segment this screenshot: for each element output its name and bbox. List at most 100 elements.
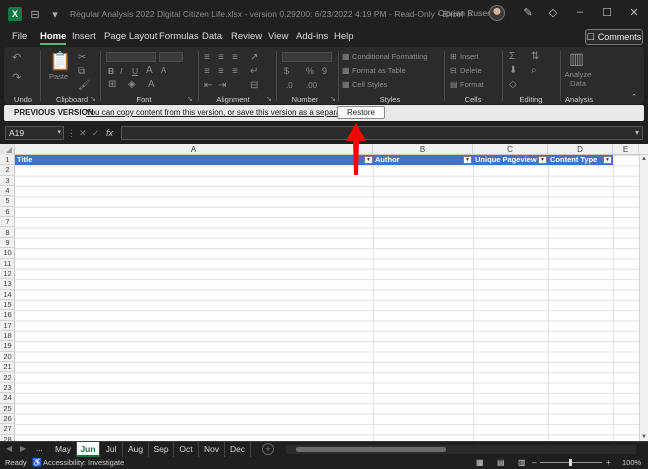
expand-formula-icon[interactable]: ▾ (635, 128, 639, 137)
row-header[interactable]: 26 (0, 414, 15, 425)
row-header[interactable]: 22 (0, 373, 15, 383)
bold-button[interactable]: B (108, 66, 114, 76)
increase-font-icon[interactable]: A (146, 66, 153, 76)
more-sheets-button[interactable]: ... (36, 444, 43, 453)
zoom-slider-knob[interactable] (569, 459, 572, 466)
close-icon[interactable]: ✕ (627, 6, 641, 19)
number-format-box[interactable] (282, 52, 332, 62)
chevron-down-icon[interactable]: ▾ (57, 127, 61, 139)
delete-cells-button[interactable]: Delete (460, 66, 482, 75)
sheet-tab-jul[interactable]: Jul (100, 442, 123, 457)
sort-filter-icon[interactable]: ⇅ (531, 52, 539, 62)
insert-cells-button[interactable]: Insert (460, 52, 479, 61)
sheet-tab-nov[interactable]: Nov (199, 442, 225, 457)
tab-page-layout[interactable]: Page Layout (104, 31, 157, 42)
borders-icon[interactable]: ⊞ (108, 80, 116, 90)
tab-add-ins[interactable]: Add-ins (296, 31, 328, 42)
fill-icon[interactable]: ⬇ (509, 66, 517, 76)
zoom-in-icon[interactable]: + (606, 458, 611, 467)
tab-formulas[interactable]: Formulas (159, 31, 199, 42)
select-all-button[interactable] (0, 144, 15, 155)
tab-file[interactable]: File (12, 31, 27, 42)
row-header[interactable]: 14 (0, 290, 15, 300)
filter-dropdown-icon[interactable]: ▼ (463, 156, 472, 164)
row-header[interactable]: 19 (0, 341, 15, 352)
alignment-launcher-icon[interactable]: ↘ (266, 95, 272, 103)
align-right-icon[interactable]: ≡ (232, 67, 238, 77)
formula-input[interactable]: ▾ (121, 126, 643, 140)
orientation-icon[interactable]: ↗ (250, 53, 258, 63)
wrap-text-icon[interactable]: ↵ (250, 67, 258, 77)
pen-icon[interactable]: ✎ (521, 6, 535, 19)
align-center-icon[interactable]: ≡ (218, 67, 224, 77)
paste-label[interactable]: Paste (49, 72, 68, 81)
minimize-icon[interactable]: – (573, 6, 587, 18)
analyze-data-label-1[interactable]: Analyze (564, 70, 592, 79)
row-header[interactable]: 11 (0, 259, 15, 269)
font-launcher-icon[interactable]: ↘ (187, 95, 193, 103)
insert-function-button[interactable]: fx (106, 128, 113, 138)
column-header-a[interactable]: A (15, 144, 373, 155)
filter-dropdown-icon[interactable]: ▼ (603, 156, 612, 164)
fill-color-icon[interactable]: ◈ (128, 80, 136, 90)
analyze-data-label-2[interactable]: Data (564, 79, 592, 88)
collapse-ribbon-icon[interactable]: ⌃ (631, 93, 637, 103)
column-header-d[interactable]: D (548, 144, 613, 155)
row-header[interactable]: 16 (0, 310, 15, 321)
sheet-tab-dec[interactable]: Dec (225, 442, 251, 457)
increase-decimal-icon[interactable]: .0 (286, 81, 293, 91)
row-header[interactable]: 20 (0, 352, 15, 363)
column-header-c[interactable]: C (473, 144, 548, 155)
horizontal-scrollbar[interactable] (286, 445, 636, 454)
scroll-up-icon[interactable]: ▲ (641, 156, 647, 162)
find-select-icon[interactable]: ⌕ (531, 66, 537, 76)
maximize-icon[interactable]: ☐ (600, 6, 614, 19)
spreadsheet-grid[interactable]: A B C D E 1 2 3 4 5 6 7 8 9 10 11 12 13 14 15 16 17 18 19 2… (0, 144, 648, 441)
avatar[interactable] (489, 5, 505, 21)
cut-icon[interactable]: ✂ (78, 53, 86, 63)
row-header[interactable]: 1 (0, 155, 15, 166)
row-header[interactable]: 18 (0, 331, 15, 342)
sheet-tab-may[interactable]: May (50, 442, 77, 457)
font-name-box[interactable] (106, 52, 156, 62)
column-header-e[interactable]: E (613, 144, 639, 155)
sheet-tab-aug[interactable]: Aug (123, 442, 149, 457)
row-header[interactable]: 27 (0, 424, 15, 435)
row-header[interactable]: 7 (0, 217, 15, 228)
tab-review[interactable]: Review (231, 31, 262, 42)
column-header-b[interactable]: B (373, 144, 473, 155)
header-content-type[interactable]: Content Type (548, 155, 602, 165)
row-header[interactable]: 8 (0, 228, 15, 238)
font-color-icon[interactable]: A (148, 80, 155, 90)
format-painter-icon[interactable]: 🖌 (78, 81, 91, 91)
page-layout-view-icon[interactable]: ▤ (497, 458, 505, 467)
user-name[interactable]: Ciprian Rusen (438, 8, 492, 18)
page-break-view-icon[interactable]: ▥ (518, 458, 526, 467)
scroll-down-icon[interactable]: ▼ (641, 434, 647, 440)
format-cells-button[interactable]: Format (460, 80, 484, 89)
row-header[interactable]: 25 (0, 404, 15, 414)
confirm-entry-icon[interactable]: ✓ (92, 128, 100, 139)
zoom-level[interactable]: 100% (622, 458, 641, 467)
accessibility-status[interactable]: Accessibility: Investigate (43, 458, 124, 467)
align-bottom-icon[interactable]: ≡ (232, 53, 238, 63)
row-header[interactable]: 6 (0, 207, 15, 218)
row-header[interactable]: 3 (0, 176, 15, 187)
row-header[interactable]: 5 (0, 196, 15, 207)
row-header[interactable]: 23 (0, 383, 15, 394)
row-header[interactable]: 13 (0, 279, 15, 290)
undo-icon[interactable]: ↶ (12, 53, 21, 64)
font-size-box[interactable] (159, 52, 183, 62)
quick-access-menu-icon[interactable]: ▾ (48, 7, 62, 21)
copy-icon[interactable]: ⧉ (78, 67, 85, 77)
row-header[interactable]: 10 (0, 248, 15, 259)
sheet-tab-oct[interactable]: Oct (174, 442, 199, 457)
name-box[interactable]: A19 ▾ (5, 126, 64, 140)
align-top-icon[interactable]: ≡ (204, 53, 210, 63)
row-header[interactable]: 15 (0, 300, 15, 311)
increase-indent-icon[interactable]: ⇥ (218, 81, 226, 91)
accessibility-icon[interactable]: ♿ (32, 458, 42, 467)
decrease-decimal-icon[interactable]: .00 (306, 81, 317, 91)
redo-icon[interactable]: ↷ (12, 73, 21, 84)
zoom-slider[interactable] (540, 459, 602, 466)
